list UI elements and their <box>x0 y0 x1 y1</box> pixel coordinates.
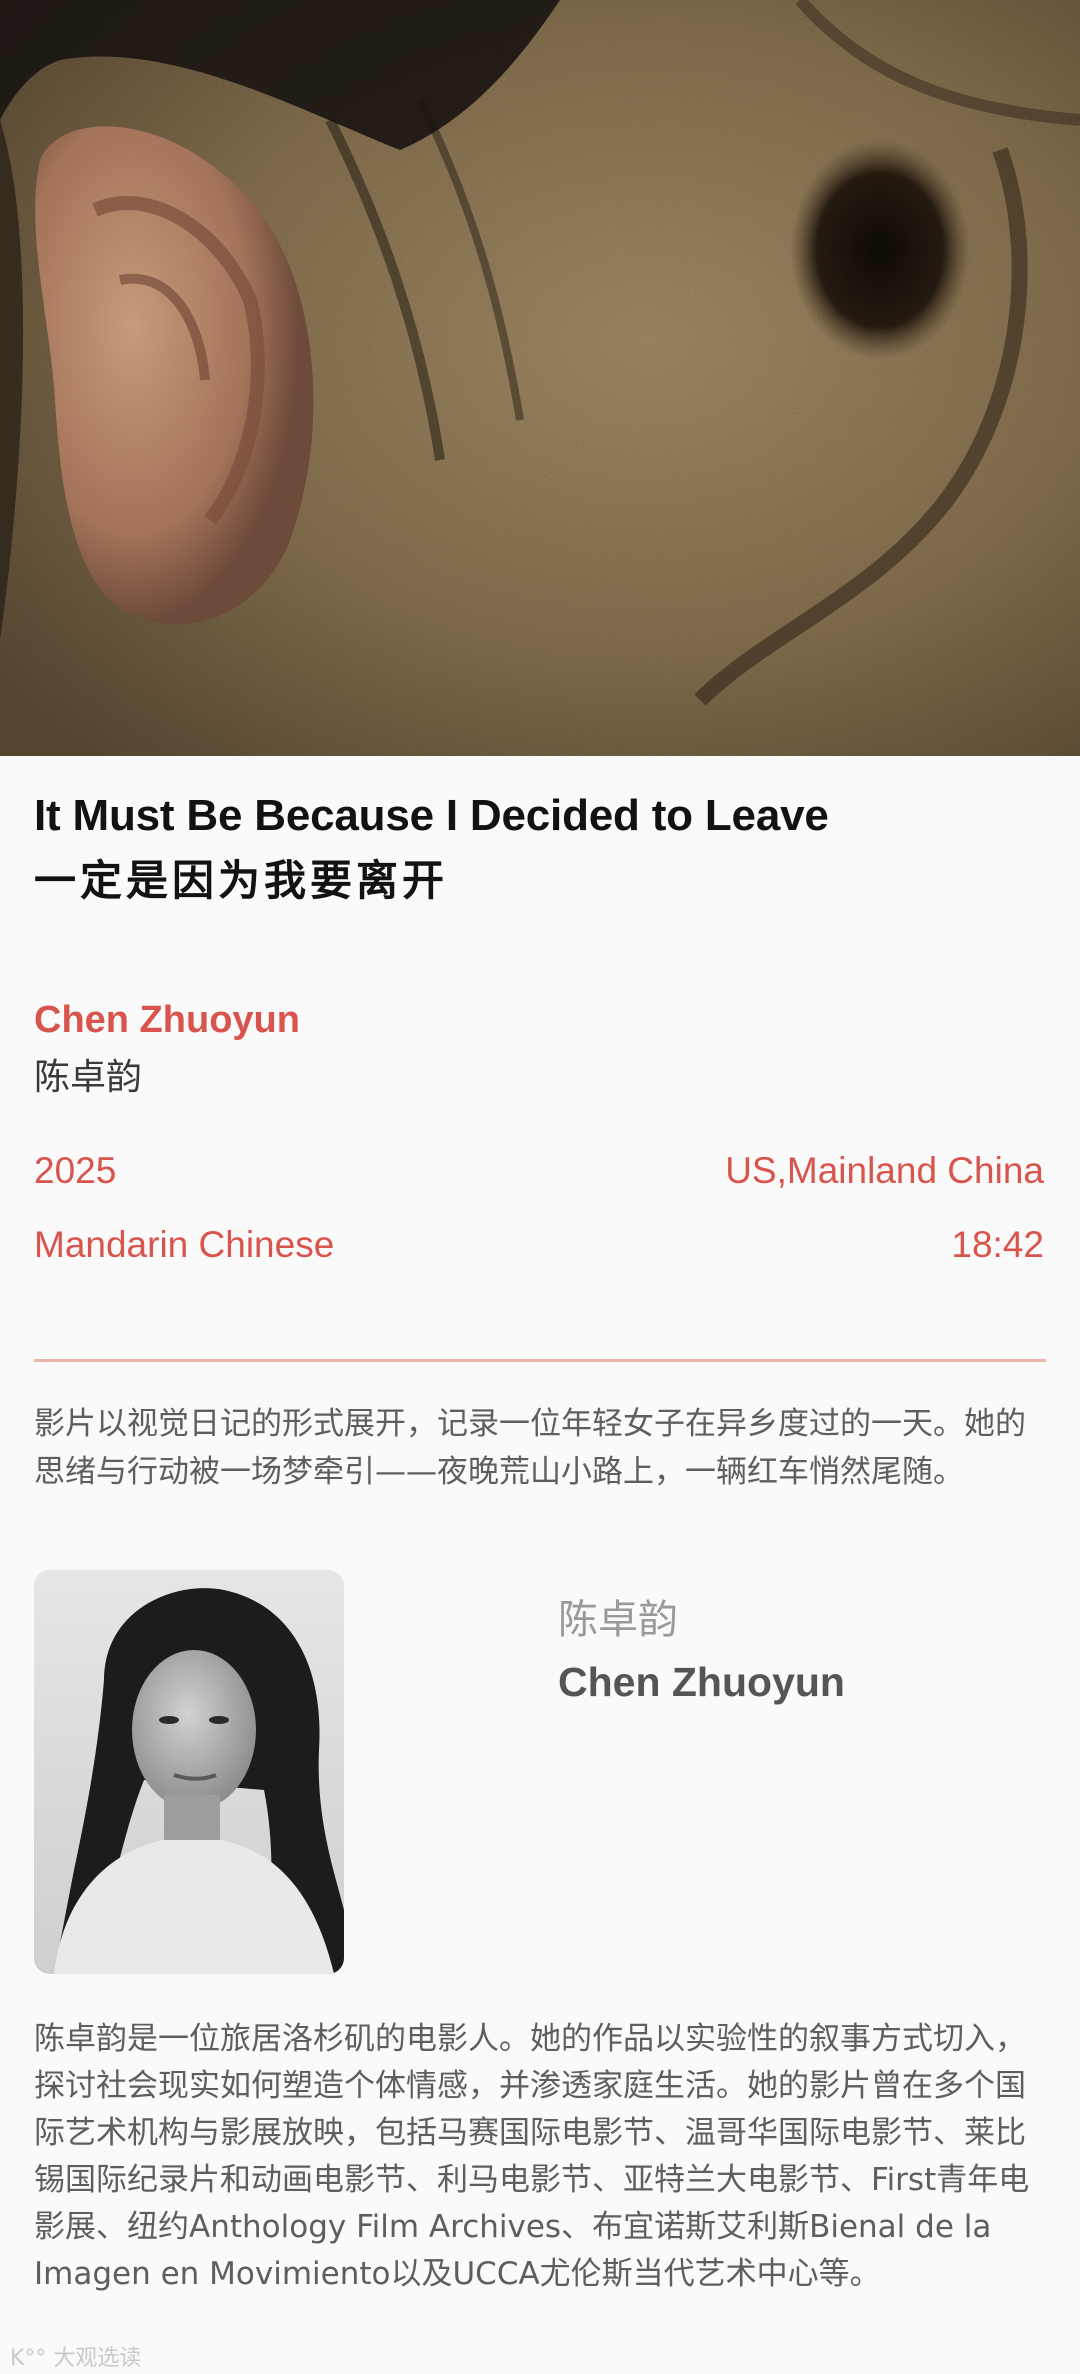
director-biography: 陈卓韵是一位旅居洛杉矶的电影人。她的作品以实验性的叙事方式切入，探讨社会现实如何… <box>34 2021 1030 2292</box>
director-name-chinese: 陈卓韵 <box>34 1057 143 1098</box>
film-language: Mandarin Chinese <box>34 1224 335 1265</box>
bio-name-block: 陈卓韵 Chen Zhuoyun <box>558 1592 845 1712</box>
director-credit: Chen Zhuoyun 陈卓韵 <box>34 992 300 1106</box>
bio-name-chinese: 陈卓韵 <box>558 1597 678 1643</box>
director-name-english: Chen Zhuoyun <box>34 999 300 1041</box>
film-year: 2025 <box>34 1150 117 1191</box>
film-duration: 18:42 <box>951 1224 1044 1265</box>
bio-name-english: Chen Zhuoyun <box>558 1659 845 1705</box>
meta-row-language-duration: Mandarin Chinese 18:42 <box>34 1220 1044 1270</box>
director-portrait-graphic <box>34 1570 344 1974</box>
film-synopsis: 影片以视觉日记的形式展开，记录一位年轻女子在异乡度过的一天。她的思绪与行动被一场… <box>34 1406 1026 1490</box>
watermark-logo: K°° 大观选读 <box>10 2346 142 2371</box>
film-title-english: It Must Be Because I Decided to Leave <box>34 791 829 840</box>
film-title-block: It Must Be Because I Decided to Leave 一定… <box>34 788 1044 912</box>
film-country: US,Mainland China <box>725 1150 1044 1191</box>
director-portrait[interactable] <box>34 1570 344 1974</box>
film-still-graphic <box>0 0 1080 756</box>
film-title-chinese: 一定是因为我要离开 <box>34 856 449 905</box>
section-divider <box>34 1359 1046 1362</box>
film-still-image[interactable] <box>0 0 1080 756</box>
meta-row-year-country: 2025 US,Mainland China <box>34 1146 1044 1196</box>
